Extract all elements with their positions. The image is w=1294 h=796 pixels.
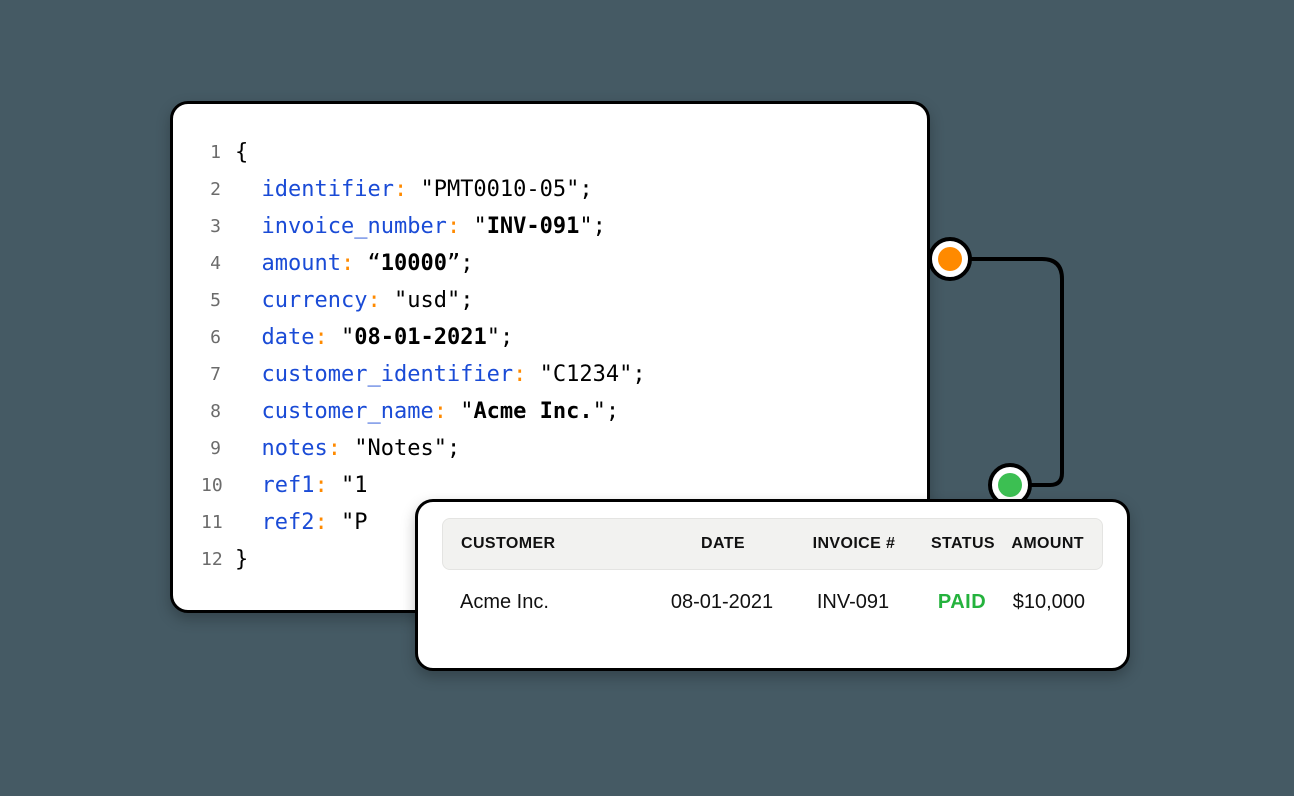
code-line: 6 date: "08-01-2021"; — [201, 319, 899, 356]
code-text: date: "08-01-2021"; — [235, 319, 513, 356]
header-date: DATE — [653, 535, 793, 553]
code-text: ref2: "P — [235, 504, 367, 541]
code-line: 2 identifier: "PMT0010-05"; — [201, 171, 899, 208]
code-text: customer_name: "Acme Inc."; — [235, 393, 619, 430]
code-line: 7 customer_identifier: "C1234"; — [201, 356, 899, 393]
header-status: STATUS — [915, 535, 1011, 553]
connector-graphic — [926, 233, 1096, 501]
gutter-number: 8 — [201, 393, 235, 430]
gutter-number: 6 — [201, 319, 235, 356]
cell-customer: Acme Inc. — [460, 591, 652, 614]
gutter-number: 4 — [201, 245, 235, 282]
invoice-card: CUSTOMER DATE INVOICE # STATUS AMOUNT Ac… — [415, 499, 1130, 671]
cell-invoice: INV-091 — [792, 591, 914, 614]
code-text: ref1: "1 — [235, 467, 367, 504]
cell-amount: $10,000 — [1010, 591, 1085, 614]
header-amount: AMOUNT — [1011, 535, 1084, 553]
orange-node-icon — [930, 239, 970, 279]
code-line: 8 customer_name: "Acme Inc."; — [201, 393, 899, 430]
code-line: 9 notes: "Notes"; — [201, 430, 899, 467]
code-text: invoice_number: "INV-091"; — [235, 208, 606, 245]
gutter-number: 2 — [201, 171, 235, 208]
gutter-number: 12 — [201, 541, 235, 578]
cell-status: PAID — [914, 591, 1010, 614]
gutter-number: 11 — [201, 504, 235, 541]
code-text: } — [235, 541, 248, 578]
header-invoice: INVOICE # — [793, 535, 915, 553]
code-line: 4 amount: “10000”; — [201, 245, 899, 282]
code-text: currency: "usd"; — [235, 282, 473, 319]
code-text: { — [235, 134, 248, 171]
code-line: 5 currency: "usd"; — [201, 282, 899, 319]
code-text: notes: "Notes"; — [235, 430, 460, 467]
green-node-icon — [990, 465, 1030, 501]
code-line: 1{ — [201, 134, 899, 171]
gutter-number: 5 — [201, 282, 235, 319]
header-customer: CUSTOMER — [461, 535, 653, 553]
gutter-number: 1 — [201, 134, 235, 171]
code-text: customer_identifier: "C1234"; — [235, 356, 646, 393]
code-text: amount: “10000”; — [235, 245, 473, 282]
code-line: 3 invoice_number: "INV-091"; — [201, 208, 899, 245]
invoice-table-row: Acme Inc. 08-01-2021 INV-091 PAID $10,00… — [442, 570, 1103, 634]
gutter-number: 9 — [201, 430, 235, 467]
code-text: identifier: "PMT0010-05"; — [235, 171, 593, 208]
gutter-number: 7 — [201, 356, 235, 393]
cell-date: 08-01-2021 — [652, 591, 792, 614]
gutter-number: 10 — [201, 467, 235, 504]
gutter-number: 3 — [201, 208, 235, 245]
invoice-table-header: CUSTOMER DATE INVOICE # STATUS AMOUNT — [442, 518, 1103, 570]
